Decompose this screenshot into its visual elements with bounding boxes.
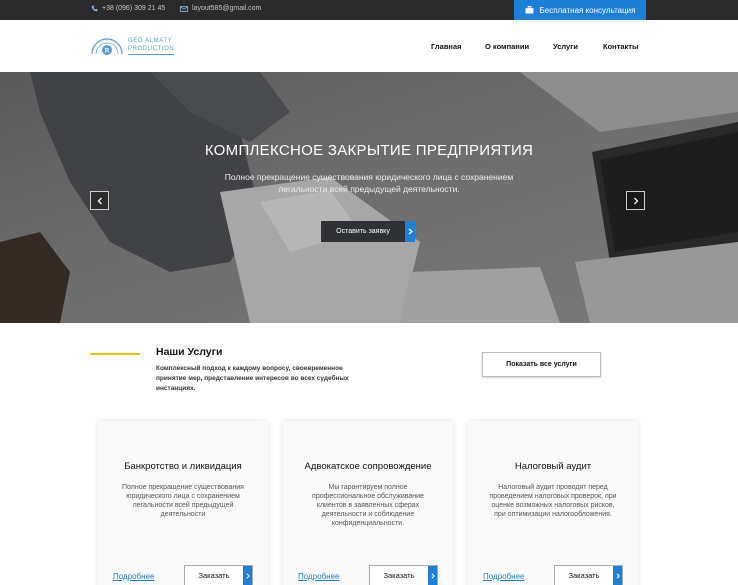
email-address: layout585@gmail.com (192, 5, 262, 12)
more-link[interactable]: Подробнее (298, 572, 340, 581)
nav-item-services[interactable]: Услуги (553, 42, 578, 51)
more-link[interactable]: Подробнее (483, 572, 525, 581)
phone-contact[interactable]: +38 (096) 309 21 45 (91, 5, 165, 12)
service-card-text: Полное прекращение существования юридиче… (122, 484, 244, 518)
phone-number: +38 (096) 309 21 45 (102, 5, 166, 12)
logo[interactable]: R GEO ALMATY PRODUCTION (90, 36, 175, 56)
service-card: Адвокатское сопровождение Мы гарантируем… (283, 421, 453, 585)
service-card-title: Налоговый аудит (514, 461, 592, 472)
logo-emblem-icon: R (91, 38, 123, 55)
service-card: Банкротство и ликвидация Полное прекраще… (98, 421, 268, 585)
email-contact[interactable]: layout585@gmail.com (180, 5, 261, 12)
order-button-label: Заказать (383, 571, 415, 580)
services-description: Комплексный подход к каждому вопросу, св… (156, 365, 349, 392)
site-header: R GEO ALMATY PRODUCTION Главная О компан… (0, 20, 738, 72)
logo-line-1: GEO ALMATY (128, 38, 173, 44)
hero-subtitle: Полное прекращение существования юридиче… (224, 172, 514, 194)
leave-request-label: Оставить заявку (336, 228, 390, 235)
chevron-right-icon (243, 566, 252, 585)
svg-text:R: R (105, 49, 110, 55)
order-button[interactable]: Заказать (184, 565, 253, 585)
free-consultation-label: Бесплатная консультация (539, 5, 636, 15)
services-title: Наши Услуги (156, 346, 223, 358)
envelope-icon (180, 5, 188, 12)
order-button-label: Заказать (568, 571, 600, 580)
chevron-left-icon (97, 197, 102, 204)
slider-next-button[interactable] (626, 191, 645, 210)
briefcase-icon (525, 6, 534, 14)
logo-line-2: PRODUCTION (128, 46, 175, 52)
show-all-services-button[interactable]: Показать все услуги (482, 352, 601, 377)
nav-item-contacts[interactable]: Контакты (603, 42, 638, 51)
more-link[interactable]: Подробнее (113, 572, 155, 581)
chevron-right-icon (428, 566, 437, 585)
order-button[interactable]: Заказать (369, 565, 438, 585)
leave-request-button[interactable]: Оставить заявку (321, 221, 415, 242)
hero-slider: КОМПЛЕКСНОЕ ЗАКРЫТИЕ ПРЕДПРИЯТИЯ Полное … (0, 72, 738, 323)
chevron-right-icon (405, 221, 415, 242)
nav-item-about[interactable]: О компании (485, 42, 529, 51)
top-bar: +38 (096) 309 21 45 layout585@gmail.com … (0, 0, 738, 20)
chevron-right-icon (613, 566, 622, 585)
service-card-title: Адвокатское сопровождение (304, 461, 432, 472)
order-button-label: Заказать (198, 571, 230, 580)
service-card-title: Банкротство и ликвидация (124, 461, 242, 472)
service-card-text: Мы гарантируем полное профессиональное о… (312, 484, 424, 527)
order-button[interactable]: Заказать (554, 565, 623, 585)
logo-text: GEO ALMATY PRODUCTION (128, 37, 175, 55)
nav-item-home[interactable]: Главная (431, 42, 462, 51)
slider-prev-button[interactable] (90, 191, 109, 210)
service-card-text: Налоговый аудит проводят перед проведени… (489, 484, 617, 518)
service-card: Налоговый аудит Налоговый аудит проводят… (468, 421, 638, 585)
chevron-right-icon (633, 197, 638, 204)
free-consultation-button[interactable]: Бесплатная консультация (514, 0, 646, 20)
section-accent-line (90, 353, 140, 355)
phone-icon (91, 5, 98, 12)
hero-title: КОМПЛЕКСНОЕ ЗАКРЫТИЕ ПРЕДПРИЯТИЯ (204, 142, 534, 159)
